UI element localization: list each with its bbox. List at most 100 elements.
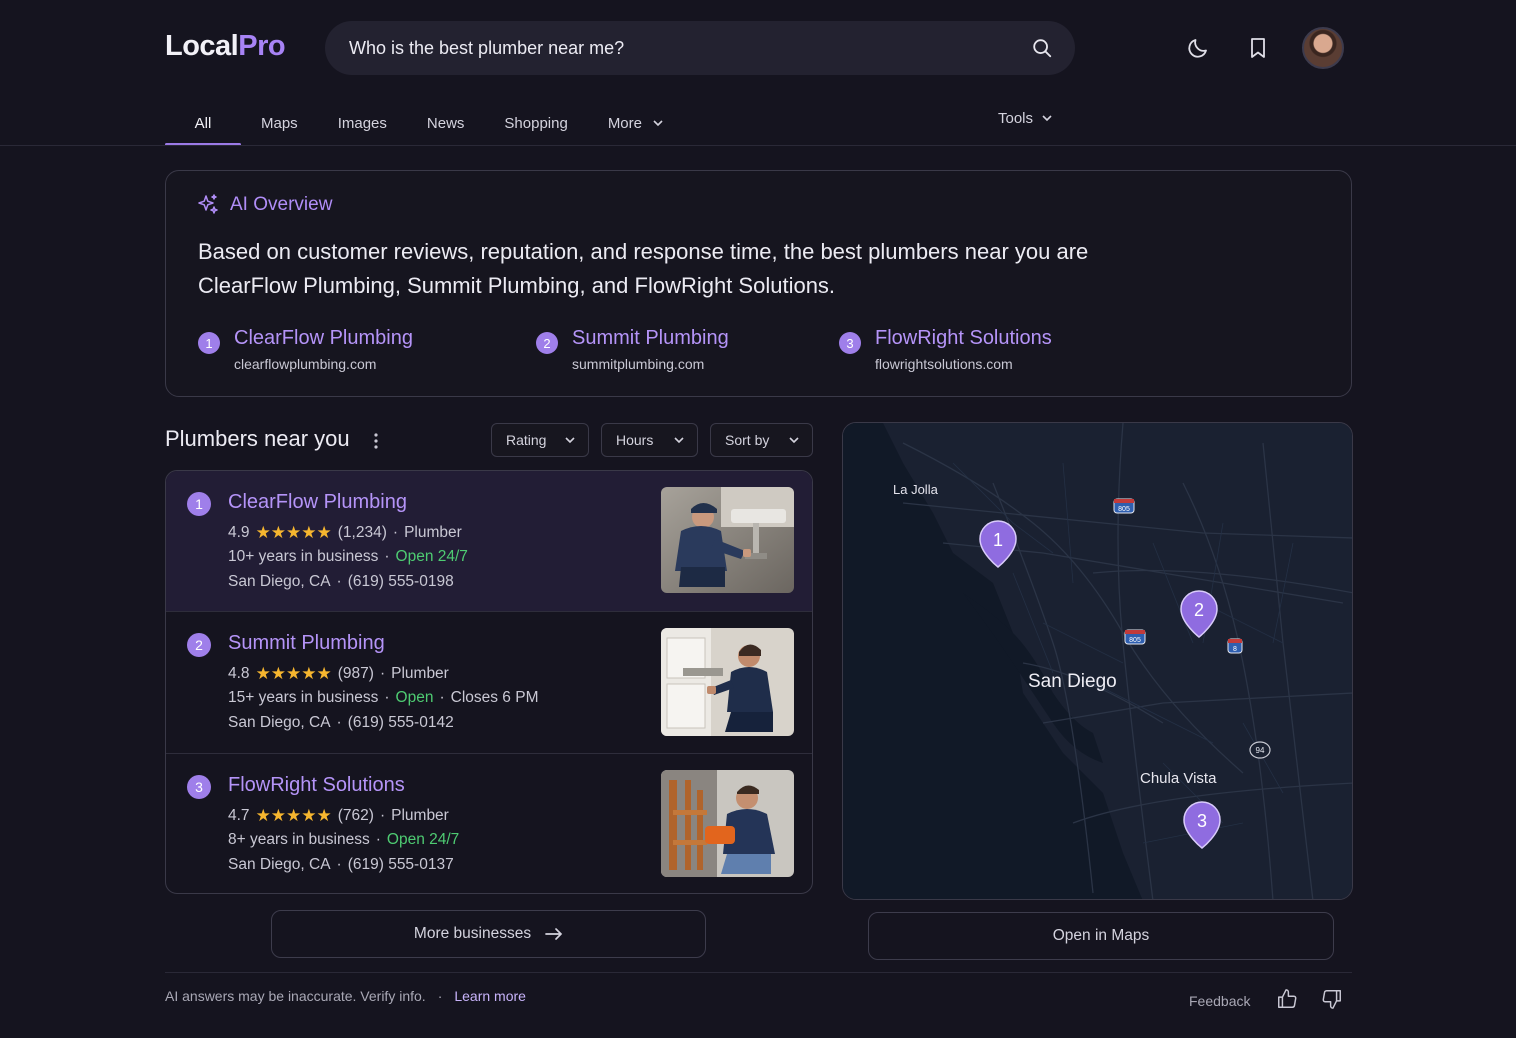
open-status: Open 24/7	[395, 548, 468, 565]
business-name[interactable]: ClearFlow Plumbing	[228, 491, 407, 514]
separator: ·	[379, 807, 386, 824]
business-rating-line: 4.8 ★★★★★ (987) · Plumber	[228, 664, 449, 684]
tab-images[interactable]: Images	[338, 100, 387, 146]
separator: ·	[336, 856, 342, 873]
chevron-down-icon	[565, 437, 575, 444]
tab-all[interactable]: All	[165, 100, 241, 146]
thumbs-down-icon[interactable]	[1319, 986, 1345, 1012]
business-phone[interactable]: (619) 555-0137	[348, 856, 454, 874]
tools-menu[interactable]: Tools	[998, 100, 1053, 136]
rating-value: 4.8	[228, 665, 250, 682]
interstate-805-shield-a: 805	[1113, 498, 1135, 514]
chevron-down-icon	[653, 120, 663, 127]
business-photo[interactable]	[661, 487, 794, 593]
business-photo[interactable]	[661, 770, 794, 877]
separator: ·	[336, 714, 342, 731]
svg-text:94: 94	[1256, 746, 1265, 755]
separator: ·	[384, 689, 390, 706]
tab-news[interactable]: News	[427, 100, 465, 146]
kebab-icon[interactable]	[368, 430, 384, 452]
section-title: Plumbers near you	[165, 426, 350, 451]
svg-text:2: 2	[1194, 600, 1204, 620]
chevron-down-icon	[674, 437, 684, 444]
business-item-summit[interactable]: 2 Summit Plumbing 4.8 ★★★★★ (987) · Plum…	[166, 612, 812, 754]
business-location-line: San Diego, CA · (619) 555-0137	[228, 856, 454, 874]
arrow-right-icon	[545, 928, 563, 940]
separator: ·	[336, 573, 342, 590]
closing-time: Closes 6 PM	[450, 689, 539, 706]
ai-overview-title: AI Overview	[230, 194, 333, 215]
learn-more-link[interactable]: Learn more	[454, 988, 526, 1004]
ai-source-2[interactable]: 2 Summit Plumbing summitplumbing.com	[536, 327, 729, 372]
svg-text:1: 1	[993, 530, 1003, 550]
bookmark-icon[interactable]	[1244, 34, 1272, 62]
chevron-down-icon	[1042, 115, 1052, 122]
separator: ·	[375, 831, 381, 848]
header-divider	[0, 145, 1516, 146]
tab-label: All	[194, 114, 212, 132]
tab-label: Images	[337, 114, 387, 132]
ai-overview-text: Based on customer reviews, reputation, a…	[198, 235, 1098, 303]
tab-shopping[interactable]: Shopping	[504, 100, 567, 146]
chevron-down-icon	[789, 437, 799, 444]
source-number: 2	[536, 332, 558, 354]
business-city: San Diego, CA	[228, 573, 331, 590]
business-rating-line: 4.9 ★★★★★ (1,234) · Plumber	[228, 523, 462, 543]
business-phone[interactable]: (619) 555-0142	[348, 714, 454, 732]
separator: ·	[437, 988, 443, 1004]
business-phone[interactable]: (619) 555-0198	[348, 573, 454, 591]
separator: ·	[439, 689, 445, 706]
business-number: 2	[187, 633, 211, 657]
filter-rating[interactable]: Rating	[491, 423, 589, 457]
source-number: 1	[198, 332, 220, 354]
review-count: (762)	[337, 807, 374, 824]
tab-more[interactable]: More	[608, 100, 664, 146]
thumbs-up-icon[interactable]	[1274, 986, 1300, 1012]
search-bar	[325, 21, 1075, 75]
source-name[interactable]: ClearFlow Plumbing	[234, 327, 413, 350]
tools-label: Tools	[998, 109, 1034, 127]
open-in-maps-label: Open in Maps	[1052, 927, 1150, 944]
disclaimer-text: AI answers may be inaccurate. Verify inf…	[165, 988, 426, 1004]
years-in-business: 8+ years in business	[228, 831, 370, 848]
business-city: San Diego, CA	[228, 856, 331, 873]
more-businesses-label: More businesses	[413, 925, 532, 942]
filter-label: Sort by	[725, 432, 770, 448]
ai-source-1[interactable]: 1 ClearFlow Plumbing clearflowplumbing.c…	[198, 327, 413, 372]
more-businesses-button[interactable]: More businesses	[271, 910, 706, 958]
ai-source-3[interactable]: 3 FlowRight Solutions flowrightsolutions…	[839, 327, 1052, 372]
business-photo[interactable]	[661, 628, 794, 736]
star-rating-icon: ★★★★★	[255, 806, 332, 825]
ai-overview-line: ClearFlow Plumbing, Summit Plumbing, and…	[198, 273, 836, 298]
business-location-line: San Diego, CA · (619) 555-0198	[228, 573, 454, 591]
map-panel[interactable]: 805 805 8 94 La Jolla San Diego Chula Vi…	[842, 422, 1353, 900]
moon-icon[interactable]	[1184, 34, 1212, 62]
search-icon[interactable]	[1031, 37, 1053, 59]
business-rating-line: 4.7 ★★★★★ (762) · Plumber	[228, 806, 449, 826]
map-canvas[interactable]: 805 805 8 94 La Jolla San Diego Chula Vi…	[843, 423, 1353, 900]
filter-hours[interactable]: Hours	[601, 423, 698, 457]
filter-label: Rating	[506, 432, 547, 448]
business-item-clearflow[interactable]: 1 ClearFlow Plumbing 4.9 ★★★★★ (1,234) ·…	[166, 471, 812, 612]
business-category: Plumber	[391, 807, 449, 824]
search-input[interactable]	[349, 37, 1031, 59]
interstate-8-shield: 8	[1227, 638, 1243, 654]
source-name[interactable]: FlowRight Solutions	[875, 327, 1052, 350]
footer-divider	[165, 972, 1352, 973]
business-name[interactable]: FlowRight Solutions	[228, 774, 405, 797]
avatar[interactable]	[1302, 27, 1344, 69]
tab-label: News	[426, 114, 465, 132]
map-label-chula-vista: Chula Vista	[1140, 770, 1217, 787]
business-name[interactable]: Summit Plumbing	[228, 632, 385, 655]
business-item-flowright[interactable]: 3 FlowRight Solutions 4.7 ★★★★★ (762) · …	[166, 754, 812, 893]
ai-overview-card: AI Overview Based on customer reviews, r…	[165, 170, 1352, 397]
tab-label: More	[607, 114, 642, 132]
business-number: 3	[187, 775, 211, 799]
open-in-maps-button[interactable]: Open in Maps	[868, 912, 1334, 960]
tab-maps[interactable]: Maps	[261, 100, 298, 146]
filter-sort-by[interactable]: Sort by	[710, 423, 813, 457]
source-name[interactable]: Summit Plumbing	[572, 327, 729, 350]
logo[interactable]: LocalPro	[165, 30, 286, 63]
tab-label: Shopping	[504, 114, 568, 132]
rating-value: 4.9	[228, 524, 250, 541]
